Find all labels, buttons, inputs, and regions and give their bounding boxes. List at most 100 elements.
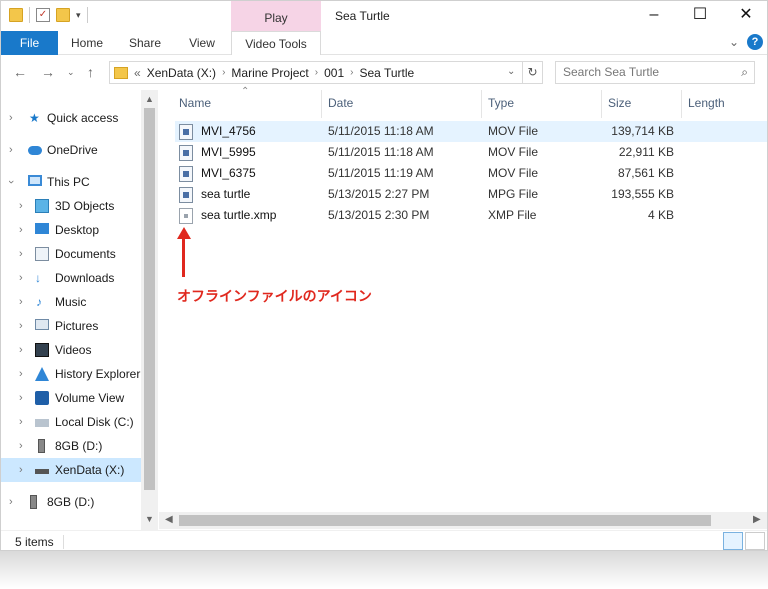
- nav-item-onedrive[interactable]: › OneDrive: [1, 138, 141, 162]
- file-row[interactable]: sea turtle.xmp 5/13/2015 2:30 PM XMP Fil…: [175, 205, 767, 226]
- expand-chevron-icon[interactable]: ›: [9, 106, 13, 130]
- expand-chevron-icon[interactable]: ›: [19, 362, 23, 386]
- minimize-button[interactable]: –: [631, 1, 677, 31]
- breadcrumb-sea-turtle[interactable]: Sea Turtle: [360, 66, 415, 80]
- nav-item-this-pc[interactable]: › This PC: [1, 170, 141, 194]
- chevron-right-icon[interactable]: ›: [350, 67, 353, 78]
- column-divider[interactable]: [321, 90, 322, 118]
- nav-scrollbar[interactable]: ▲ ▼: [141, 90, 158, 530]
- computer-icon: [28, 175, 42, 186]
- column-divider[interactable]: [481, 90, 482, 118]
- tab-view[interactable]: View: [174, 31, 230, 55]
- search-input[interactable]: Search Sea Turtle ⌕: [555, 61, 755, 84]
- expand-chevron-icon[interactable]: ›: [19, 458, 23, 482]
- annotation-arrow-icon: [182, 231, 185, 277]
- large-icons-view-icon[interactable]: [745, 532, 765, 550]
- nav-label: 8GB (D:): [47, 495, 95, 509]
- scroll-right-icon[interactable]: ▶: [753, 514, 761, 525]
- collapse-chevron-icon[interactable]: ›: [1, 180, 23, 184]
- expand-chevron-icon[interactable]: ›: [19, 338, 23, 362]
- scroll-down-icon[interactable]: ▼: [145, 514, 154, 524]
- expand-chevron-icon[interactable]: ›: [19, 290, 23, 314]
- tab-video-tools[interactable]: Video Tools: [231, 31, 321, 55]
- expand-chevron-icon[interactable]: ›: [19, 434, 23, 458]
- details-view-icon[interactable]: [723, 532, 743, 550]
- file-row[interactable]: MVI_6375 5/11/2015 11:19 AM MOV File 87,…: [175, 163, 767, 184]
- column-type[interactable]: Type: [488, 90, 514, 118]
- chevron-right-icon[interactable]: ›: [222, 67, 225, 78]
- nav-item-volume-view[interactable]: › Volume View: [1, 386, 141, 410]
- quick-access-toolbar: ✓ ▾: [9, 7, 88, 23]
- tab-home[interactable]: Home: [58, 31, 116, 55]
- nav-label: Local Disk (C:): [55, 415, 134, 429]
- expand-chevron-icon[interactable]: ›: [19, 386, 23, 410]
- nav-item-music[interactable]: › ♪ Music: [1, 290, 141, 314]
- breadcrumb-001[interactable]: 001: [324, 66, 344, 80]
- column-divider[interactable]: [681, 90, 682, 118]
- address-dropdown-icon[interactable]: ⌄: [507, 66, 515, 77]
- breadcrumb-marine-project[interactable]: Marine Project: [231, 66, 308, 80]
- disk-icon: [35, 419, 49, 427]
- nav-item-quick-access[interactable]: › ★ Quick access: [1, 106, 141, 130]
- scroll-left-icon[interactable]: ◀: [165, 514, 173, 525]
- up-arrow-icon[interactable]: ↑: [87, 64, 94, 80]
- close-button[interactable]: ✕: [723, 1, 767, 31]
- scrollbar-thumb[interactable]: [179, 515, 711, 526]
- scroll-up-icon[interactable]: ▲: [145, 94, 154, 104]
- address-bar[interactable]: « XenData (X:) › Marine Project › 001 › …: [109, 61, 523, 84]
- nav-item-documents[interactable]: › Documents: [1, 242, 141, 266]
- expand-chevron-icon[interactable]: ›: [19, 410, 23, 434]
- forward-arrow-icon[interactable]: →: [41, 64, 55, 80]
- expand-chevron-icon[interactable]: ›: [19, 266, 23, 290]
- nav-item-8gb-d-root[interactable]: › 8GB (D:): [1, 490, 141, 514]
- nav-item-videos[interactable]: › Videos: [1, 338, 141, 362]
- refresh-icon[interactable]: ↻: [523, 61, 543, 84]
- file-row[interactable]: sea turtle 5/13/2015 2:27 PM MPG File 19…: [175, 184, 767, 205]
- expand-chevron-icon[interactable]: ›: [9, 138, 13, 162]
- properties-icon[interactable]: ✓: [36, 8, 50, 22]
- file-name: MVI_5995: [201, 145, 256, 159]
- tab-share[interactable]: Share: [116, 31, 174, 55]
- expand-chevron-icon[interactable]: ›: [9, 490, 13, 514]
- help-icon[interactable]: ?: [747, 34, 763, 50]
- new-folder-icon[interactable]: [56, 8, 70, 22]
- recent-locations-icon[interactable]: ⌄: [67, 67, 75, 78]
- nav-item-history-explorer[interactable]: › History Explorer: [1, 362, 141, 386]
- column-size[interactable]: Size: [608, 90, 631, 118]
- nav-item-3d-objects[interactable]: › 3D Objects: [1, 194, 141, 218]
- nav-item-desktop[interactable]: › Desktop: [1, 218, 141, 242]
- nav-item-downloads[interactable]: › ↓ Downloads: [1, 266, 141, 290]
- expand-chevron-icon[interactable]: ›: [19, 218, 23, 242]
- breadcrumb-xendata[interactable]: XenData (X:): [147, 66, 216, 80]
- nav-item-xendata-x[interactable]: › XenData (X:): [1, 458, 141, 482]
- cloud-icon: [28, 146, 42, 155]
- breadcrumb-overflow[interactable]: «: [134, 66, 141, 80]
- expand-ribbon-icon[interactable]: ⌄: [729, 35, 739, 49]
- contextual-tab-play[interactable]: Play: [231, 1, 321, 31]
- column-divider[interactable]: [601, 90, 602, 118]
- column-date[interactable]: Date: [328, 90, 353, 118]
- tab-file[interactable]: File: [1, 31, 58, 55]
- nav-item-local-disk-c[interactable]: › Local Disk (C:): [1, 410, 141, 434]
- expand-chevron-icon[interactable]: ›: [19, 194, 23, 218]
- file-row[interactable]: MVI_5995 5/11/2015 11:18 AM MOV File 22,…: [175, 142, 767, 163]
- folder-icon[interactable]: [9, 8, 23, 22]
- file-row[interactable]: MVI_4756 5/11/2015 11:18 AM MOV File 139…: [175, 121, 767, 142]
- horizontal-scrollbar[interactable]: ◀ ▶: [159, 512, 767, 529]
- nav-item-pictures[interactable]: › Pictures: [1, 314, 141, 338]
- back-arrow-icon[interactable]: ←: [13, 64, 27, 80]
- maximize-button[interactable]: ☐: [677, 1, 723, 31]
- scrollbar-thumb[interactable]: [144, 108, 155, 490]
- column-length[interactable]: Length: [688, 90, 725, 118]
- star-icon: ★: [29, 111, 40, 125]
- annotation-label: オフラインファイルのアイコン: [177, 289, 372, 305]
- status-bar: 5 items: [1, 530, 767, 550]
- expand-chevron-icon[interactable]: ›: [19, 242, 23, 266]
- expand-chevron-icon[interactable]: ›: [19, 314, 23, 338]
- nav-item-8gb-d[interactable]: › 8GB (D:): [1, 434, 141, 458]
- window-controls: – ☐ ✕: [631, 1, 767, 31]
- search-icon: ⌕: [741, 65, 748, 79]
- customize-toolbar-icon[interactable]: ▾: [76, 10, 81, 21]
- column-name[interactable]: Name: [179, 90, 211, 118]
- chevron-right-icon[interactable]: ›: [315, 67, 318, 78]
